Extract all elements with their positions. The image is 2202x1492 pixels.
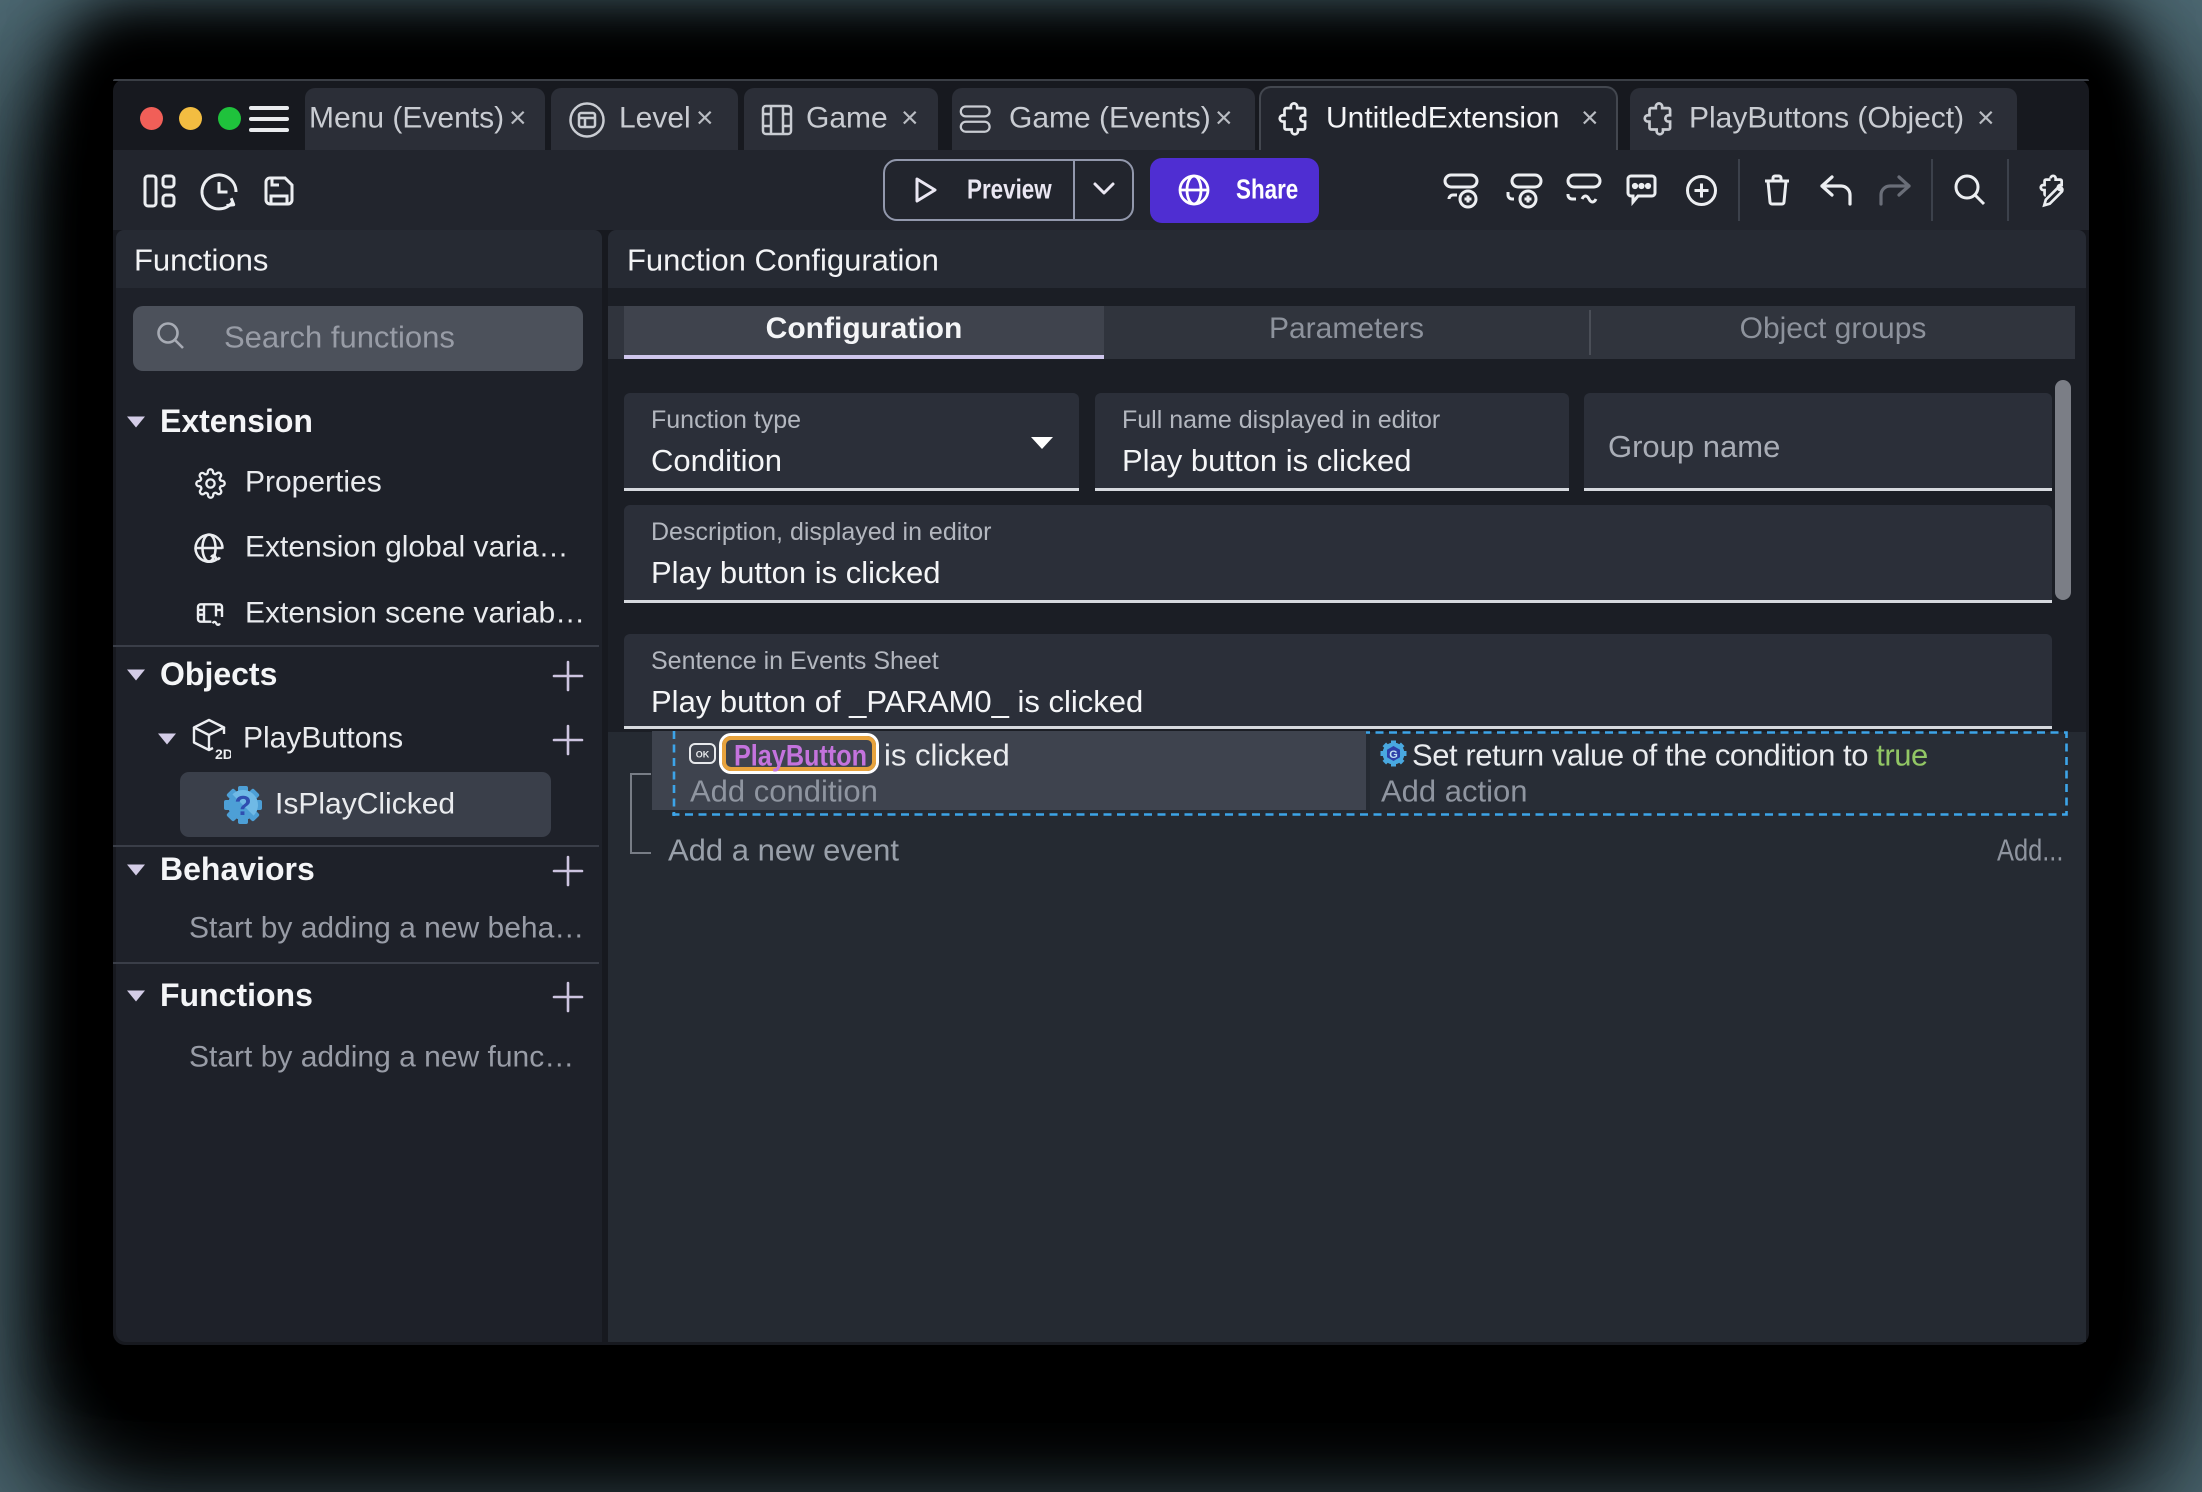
svg-text:2D: 2D bbox=[215, 746, 231, 761]
svg-text:?: ? bbox=[234, 790, 251, 821]
svg-text:OK: OK bbox=[696, 750, 710, 760]
svg-text:G: G bbox=[1389, 749, 1398, 761]
